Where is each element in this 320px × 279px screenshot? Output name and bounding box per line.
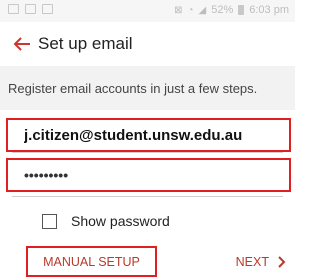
notification-icon xyxy=(42,4,53,14)
email-field[interactable] xyxy=(6,118,291,152)
battery-percent: 52% xyxy=(211,4,234,16)
next-label: NEXT xyxy=(235,255,269,269)
status-bar: ⊠ ◔ ◢ 52% 6:03 pm xyxy=(0,0,295,22)
status-time: 6:03 pm xyxy=(249,4,289,16)
status-right: ⊠ ◔ ◢ 52% 6:03 pm xyxy=(174,4,289,16)
show-password-row[interactable]: Show password xyxy=(42,213,170,229)
password-field[interactable] xyxy=(6,158,291,192)
manual-setup-button[interactable]: MANUAL SETUP xyxy=(26,246,157,277)
gallery-icon xyxy=(8,4,19,14)
show-password-checkbox[interactable] xyxy=(42,213,57,229)
signal-icon: ◢ xyxy=(198,4,207,16)
intro-text: Register email accounts in just a few st… xyxy=(8,81,258,96)
status-left-icons xyxy=(8,4,53,14)
next-button[interactable]: NEXT xyxy=(236,250,287,274)
divider xyxy=(12,196,283,197)
image-icon xyxy=(25,4,36,14)
password-input[interactable] xyxy=(8,160,289,190)
manual-setup-label: MANUAL SETUP xyxy=(43,254,140,269)
email-input[interactable] xyxy=(8,120,289,150)
arrow-left-icon[interactable] xyxy=(10,30,38,58)
show-password-label[interactable]: Show password xyxy=(71,213,170,229)
divider xyxy=(12,152,283,153)
mute-icon: ⊠ xyxy=(174,4,183,16)
page-title: Set up email xyxy=(38,34,133,53)
wifi-icon: ◔ xyxy=(187,4,194,16)
battery-icon xyxy=(238,5,245,15)
chevron-right-icon xyxy=(278,256,286,268)
app-bar: Set up email xyxy=(0,22,295,66)
intro-section: Register email accounts in just a few st… xyxy=(0,66,295,110)
